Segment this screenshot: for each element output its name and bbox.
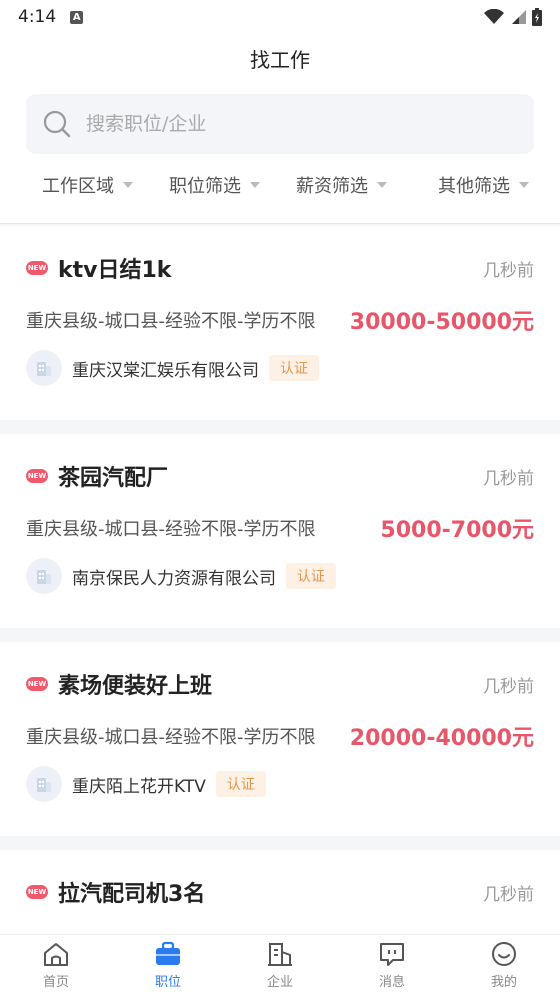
header: 找工作 工作区域 职位筛选 薪资筛选 其他筛选 [0, 34, 560, 224]
company-building-icon [26, 350, 62, 386]
job-time: 几秒前 [483, 676, 534, 697]
status-icons [484, 8, 542, 26]
dropdown-arrow-icon [377, 182, 387, 188]
building-icon [268, 943, 292, 966]
status-time: 4:14 [18, 7, 57, 27]
filter-label: 薪资筛选 [296, 176, 368, 197]
job-salary: 30000-50000元 [349, 310, 534, 335]
tab-home[interactable]: 首页 [0, 935, 112, 997]
job-requirements: 重庆县级-城口县-经验不限-学历不限 [26, 311, 316, 332]
job-title: 茶园汽配厂 [58, 466, 169, 491]
company-name: 南京保民人力资源有限公司 [72, 568, 276, 589]
filter-label: 工作区域 [42, 176, 114, 197]
search-icon [43, 110, 71, 138]
signal-icon [512, 10, 526, 24]
new-icon: NEW [26, 469, 48, 483]
cert-badge: 认证 [269, 355, 319, 381]
tab-label: 消息 [378, 975, 405, 990]
page-title: 找工作 [250, 48, 310, 72]
battery-icon [532, 8, 542, 26]
dropdown-arrow-icon [123, 182, 133, 188]
job-requirements: 重庆县级-城口县-经验不限-学历不限 [26, 519, 316, 540]
job-time: 几秒前 [483, 884, 534, 905]
job-requirements: 重庆县级-城口县-经验不限-学历不限 [26, 727, 316, 748]
job-salary: 5000-7000元 [380, 518, 534, 543]
bottom-tab-bar: 首页 职位 企业 消息 我的 [0, 934, 560, 997]
notification-a-icon: A [70, 10, 84, 24]
company-building-icon [26, 766, 62, 802]
job-title: 素场便装好上班 [58, 674, 213, 699]
tab-mine[interactable]: 我的 [448, 935, 560, 997]
filter-other[interactable]: 其他筛选 [438, 172, 529, 198]
tab-label: 企业 [266, 975, 293, 990]
tab-label: 首页 [42, 975, 69, 990]
job-card[interactable]: NEW 茶园汽配厂 几秒前 重庆县级-城口县-经验不限-学历不限 5000-70… [0, 434, 560, 628]
filter-label: 其他筛选 [438, 176, 510, 197]
tab-messages[interactable]: 消息 [336, 935, 448, 997]
dropdown-arrow-icon [519, 182, 529, 188]
filter-label: 职位筛选 [169, 176, 241, 197]
new-icon: NEW [26, 261, 48, 275]
cert-badge: 认证 [286, 563, 336, 589]
filter-salary[interactable]: 薪资筛选 [296, 172, 387, 198]
company-name: 重庆陌上花开KTV [72, 776, 206, 797]
message-icon [380, 943, 404, 966]
company-name: 重庆汉棠汇娱乐有限公司 [72, 360, 259, 381]
job-time: 几秒前 [483, 260, 534, 281]
job-time: 几秒前 [483, 468, 534, 489]
filter-position[interactable]: 职位筛选 [169, 172, 260, 198]
home-icon [44, 943, 68, 966]
new-icon: NEW [26, 885, 48, 899]
tab-jobs[interactable]: 职位 [112, 935, 224, 997]
job-card[interactable]: NEW 素场便装好上班 几秒前 重庆县级-城口县-经验不限-学历不限 20000… [0, 642, 560, 836]
tab-label: 职位 [154, 975, 181, 990]
job-title: 拉汽配司机3名 [58, 882, 206, 907]
tab-company[interactable]: 企业 [224, 935, 336, 997]
briefcase-icon [156, 941, 180, 965]
new-icon: NEW [26, 677, 48, 691]
cert-badge: 认证 [215, 771, 266, 797]
job-card[interactable]: NEW 拉汽配司机3名 几秒前 [0, 850, 560, 934]
smile-icon [492, 942, 516, 966]
job-title: ktv日结1k [58, 258, 172, 283]
search-input[interactable] [86, 113, 486, 135]
filter-bar: 工作区域 职位筛选 薪资筛选 其他筛选 [0, 172, 560, 202]
status-bar: 4:14 A [0, 0, 560, 34]
search-box[interactable] [26, 94, 534, 154]
job-salary: 20000-40000元 [349, 726, 534, 751]
job-card[interactable]: NEW ktv日结1k 几秒前 重庆县级-城口县-经验不限-学历不限 30000… [0, 226, 560, 420]
tab-label: 我的 [490, 975, 517, 990]
filter-work-area[interactable]: 工作区域 [42, 172, 133, 198]
company-building-icon [26, 558, 62, 594]
wifi-icon [484, 9, 504, 24]
dropdown-arrow-icon [250, 182, 260, 188]
